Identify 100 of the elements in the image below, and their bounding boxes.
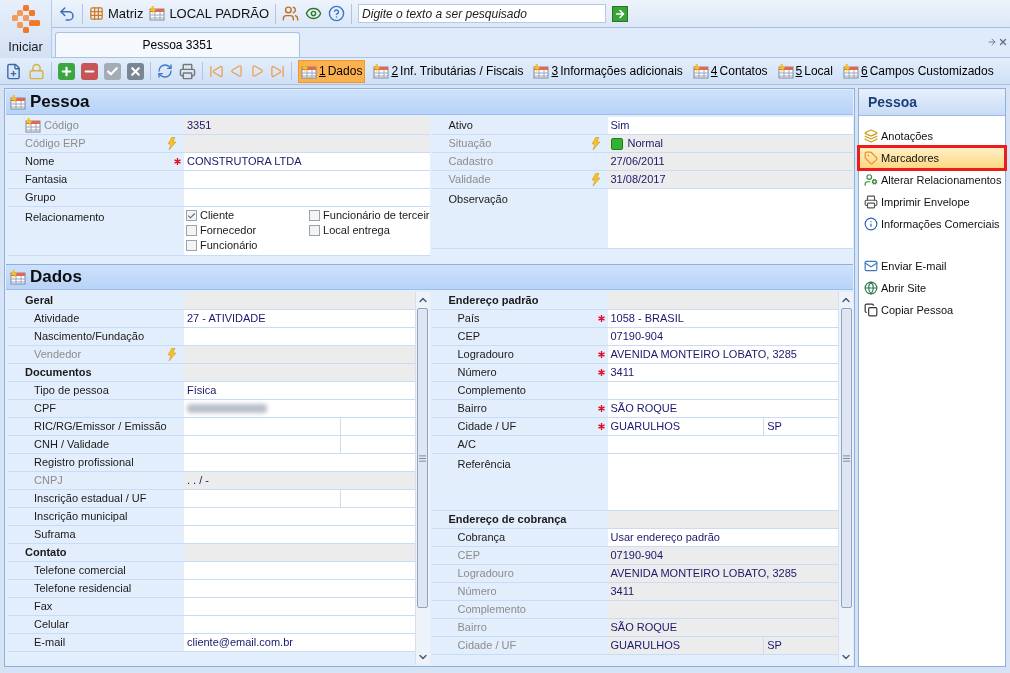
lock-icon[interactable] bbox=[28, 62, 45, 80]
new-record-icon[interactable] bbox=[5, 62, 22, 80]
text-field[interactable]: Sim bbox=[607, 117, 853, 134]
text-field[interactable] bbox=[184, 490, 341, 507]
text-field[interactable]: cliente@email.com.br bbox=[184, 634, 415, 651]
action-link[interactable]: Alterar Relacionamentos bbox=[859, 169, 1005, 191]
text-field[interactable] bbox=[184, 616, 415, 633]
record-tab[interactable]: 1 Dados bbox=[298, 59, 366, 83]
record-tab[interactable]: 2 Inf. Tributárias / Fiscais bbox=[371, 59, 526, 83]
text-field[interactable]: 27 - ATIVIDADE bbox=[184, 310, 415, 327]
add-icon[interactable] bbox=[58, 62, 75, 80]
text-field[interactable]: SÃO ROQUE bbox=[607, 400, 838, 417]
text-field[interactable] bbox=[184, 454, 415, 471]
text-field[interactable] bbox=[184, 526, 415, 543]
action-link[interactable]: Enviar E-mail bbox=[859, 255, 1005, 277]
field-label: Código bbox=[44, 118, 79, 134]
close-icon[interactable] bbox=[998, 37, 1008, 47]
globe-icon bbox=[864, 281, 878, 295]
table-icon bbox=[373, 63, 390, 79]
field-label: País bbox=[457, 311, 480, 327]
text-field[interactable]: Física bbox=[184, 382, 415, 399]
text-field[interactable] bbox=[184, 508, 415, 525]
field-label: RIC/RG/Emissor / Emissão bbox=[34, 419, 167, 435]
text-field[interactable]: AVENIDA MONTEIRO LOBATO, 3285 bbox=[607, 346, 838, 363]
search-field[interactable]: Digite o texto a ser pesquisado bbox=[358, 4, 607, 23]
checkbox[interactable]: Funcionário bbox=[186, 238, 308, 253]
text-field[interactable] bbox=[184, 400, 415, 417]
memo-field[interactable] bbox=[607, 454, 838, 510]
group-title: Documentos bbox=[25, 365, 92, 381]
toolbar-button[interactable]: Matriz bbox=[89, 3, 144, 24]
checkbox[interactable]: Cliente bbox=[186, 208, 308, 223]
text-field[interactable] bbox=[184, 436, 341, 453]
record-tab[interactable]: 4 Contatos bbox=[690, 59, 770, 83]
scroll-thumb[interactable] bbox=[840, 308, 852, 608]
text-field[interactable] bbox=[340, 436, 415, 453]
previous-record-icon[interactable] bbox=[230, 64, 244, 78]
text-field[interactable] bbox=[184, 189, 430, 206]
field-label: Cidade / UF bbox=[457, 638, 517, 654]
users-icon[interactable] bbox=[282, 5, 300, 22]
memo-field[interactable] bbox=[607, 189, 853, 248]
status-square-icon bbox=[610, 137, 623, 150]
document-tab[interactable]: Pessoa 3351 bbox=[55, 32, 300, 57]
next-record-icon[interactable] bbox=[250, 64, 264, 78]
pin-icon[interactable] bbox=[987, 37, 997, 47]
required-icon bbox=[597, 351, 605, 358]
text-field[interactable] bbox=[607, 382, 838, 399]
record-tab[interactable]: 5 Local bbox=[775, 59, 835, 83]
checkbox[interactable]: Funcionário de terceir bbox=[309, 208, 430, 223]
last-record-icon[interactable] bbox=[270, 63, 285, 79]
text-field[interactable] bbox=[184, 328, 415, 345]
confirm-icon[interactable] bbox=[104, 62, 121, 80]
action-link[interactable]: Anotações bbox=[859, 125, 1005, 147]
tag-icon bbox=[864, 151, 878, 165]
toolbar-button[interactable]: LOCAL PADRÃO bbox=[149, 3, 270, 24]
record-tab[interactable]: 3 Informações adicionais bbox=[531, 59, 685, 83]
checkbox[interactable]: Fornecedor bbox=[186, 223, 308, 238]
checkbox[interactable]: Local entrega bbox=[309, 223, 430, 238]
section-title: Pessoa bbox=[30, 91, 90, 114]
arrow-right-icon bbox=[614, 7, 627, 20]
text-field[interactable] bbox=[184, 418, 341, 435]
cancel-icon[interactable] bbox=[127, 62, 144, 80]
first-record-icon[interactable] bbox=[209, 63, 224, 79]
text-field[interactable]: Usar endereço padrão bbox=[607, 529, 838, 546]
field-label: Cobrança bbox=[457, 530, 506, 546]
remove-icon[interactable] bbox=[81, 62, 98, 80]
table-icon bbox=[533, 63, 550, 79]
text-field[interactable]: 07190-904 bbox=[607, 328, 838, 345]
text-field[interactable]: GUARULHOS bbox=[607, 418, 765, 435]
refresh-icon[interactable] bbox=[157, 63, 173, 79]
field-label: Número bbox=[457, 584, 497, 600]
text-field[interactable] bbox=[340, 490, 415, 507]
field-label: A/C bbox=[457, 437, 476, 453]
field-label: Grupo bbox=[25, 190, 56, 206]
action-link[interactable]: Abrir Site bbox=[859, 277, 1005, 299]
text-field[interactable]: SP bbox=[764, 418, 838, 435]
field-label: Fax bbox=[34, 599, 53, 615]
action-link[interactable]: Imprimir Envelope bbox=[859, 191, 1005, 213]
field-label: Relacionamento bbox=[25, 210, 105, 225]
text-field[interactable]: CONSTRUTORA LTDA bbox=[184, 153, 430, 170]
text-field[interactable] bbox=[184, 598, 415, 615]
text-field[interactable] bbox=[340, 418, 415, 435]
scroll-thumb[interactable] bbox=[417, 308, 428, 608]
action-link[interactable]: Marcadores bbox=[859, 147, 1005, 169]
table-icon bbox=[842, 63, 859, 79]
text-field[interactable] bbox=[184, 580, 415, 597]
eye-icon[interactable] bbox=[305, 5, 323, 22]
help-icon[interactable] bbox=[328, 5, 346, 22]
action-link[interactable]: Copiar Pessoa bbox=[859, 299, 1005, 321]
record-tab[interactable]: 6 Campos Customizados bbox=[840, 59, 996, 83]
action-link[interactable]: Informações Comerciais bbox=[859, 213, 1005, 235]
field-label: Nascimento/Fundação bbox=[34, 329, 145, 345]
text-field[interactable] bbox=[607, 436, 838, 453]
undo-icon[interactable] bbox=[58, 4, 76, 23]
text-field[interactable] bbox=[184, 171, 430, 188]
text-field[interactable] bbox=[184, 562, 415, 579]
go-button[interactable] bbox=[612, 5, 629, 22]
text-field[interactable]: 1058 - BRASIL bbox=[607, 310, 838, 327]
field-label: Número bbox=[457, 365, 497, 381]
text-field[interactable]: 3411 bbox=[607, 364, 838, 381]
printer-icon[interactable] bbox=[179, 62, 196, 80]
